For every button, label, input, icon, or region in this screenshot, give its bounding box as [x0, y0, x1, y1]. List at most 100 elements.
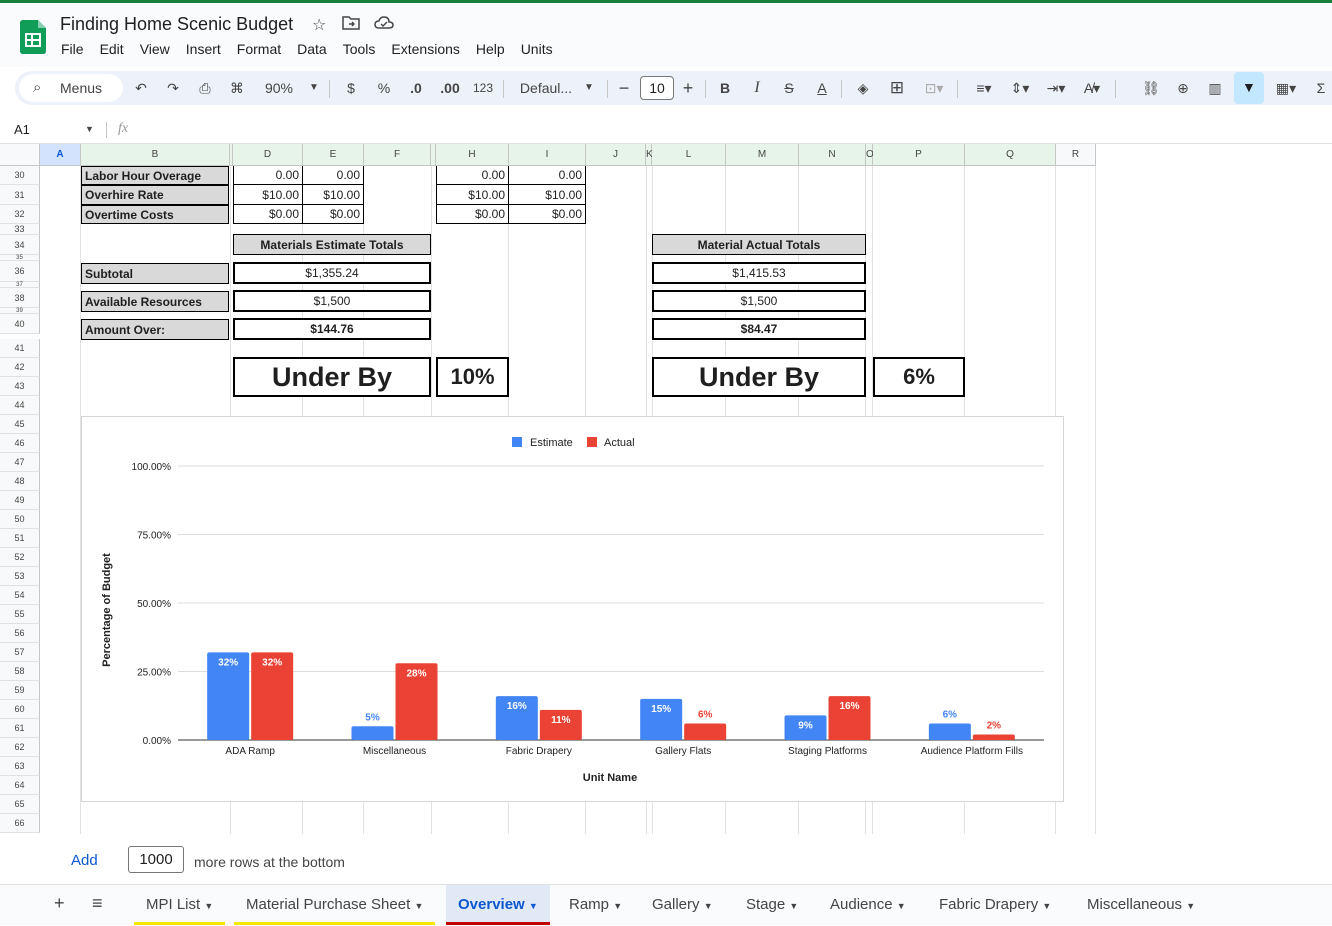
- filter-views-icon[interactable]: ▦▾: [1269, 71, 1303, 105]
- borders-icon[interactable]: ⊞: [887, 71, 907, 105]
- cell-i32[interactable]: $0.00: [508, 204, 586, 224]
- column-header-n[interactable]: N: [799, 144, 866, 166]
- italic-button[interactable]: I: [747, 71, 767, 105]
- column-header-j[interactable]: J: [586, 144, 646, 166]
- actual-percent-cell[interactable]: 6%: [873, 357, 965, 397]
- cell-e31[interactable]: $10.00: [302, 184, 364, 205]
- row-header[interactable]: 41: [0, 339, 40, 358]
- menu-units[interactable]: Units: [521, 41, 553, 57]
- materials-estimate-totals-header[interactable]: Materials Estimate Totals: [233, 234, 431, 255]
- cell-e30[interactable]: 0.00: [302, 166, 364, 185]
- row-header[interactable]: 31: [0, 185, 40, 205]
- name-box-dropdown-icon[interactable]: ▼: [85, 124, 94, 134]
- actual-subtotal-cell[interactable]: $1,415.53: [652, 262, 866, 284]
- budget-chart[interactable]: Estimate Actual 0.00% 25.00% 50.00% 75.00% 1…: [81, 416, 1064, 802]
- cloud-status-icon[interactable]: [374, 15, 394, 36]
- font-size-increase-button[interactable]: +: [679, 71, 697, 105]
- label-labor-hour-overage[interactable]: Labor Hour Overage: [81, 166, 229, 185]
- sheets-logo-icon[interactable]: [20, 20, 46, 54]
- name-box[interactable]: A1: [14, 122, 30, 137]
- cell-d31[interactable]: $10.00: [233, 184, 303, 205]
- column-header-p[interactable]: P: [873, 144, 965, 166]
- menu-data[interactable]: Data: [297, 41, 327, 57]
- row-header[interactable]: 42: [0, 358, 40, 377]
- menu-edit[interactable]: Edit: [100, 41, 124, 57]
- star-icon[interactable]: ☆: [312, 15, 326, 35]
- zoom-select[interactable]: 90%: [259, 71, 299, 105]
- bar-actual-3[interactable]: [684, 723, 727, 740]
- cell-i30[interactable]: 0.00: [508, 166, 586, 185]
- actual-available-cell[interactable]: $1,500: [652, 290, 866, 312]
- menu-insert[interactable]: Insert: [186, 41, 221, 57]
- percent-format-button[interactable]: %: [375, 71, 393, 105]
- row-header[interactable]: 36: [0, 261, 40, 282]
- tab-gallery[interactable]: Gallery ▼: [640, 885, 725, 925]
- row-header[interactable]: 40: [0, 314, 40, 334]
- row-header[interactable]: 38: [0, 288, 40, 308]
- increase-decimal-button[interactable]: .00: [437, 71, 463, 105]
- menu-tools[interactable]: Tools: [343, 41, 376, 57]
- row-header[interactable]: 33: [0, 224, 40, 235]
- row-header[interactable]: 61: [0, 719, 40, 738]
- column-header-o[interactable]: O: [866, 144, 874, 166]
- estimate-amount-over-cell[interactable]: $144.76: [233, 318, 431, 340]
- row-header[interactable]: 52: [0, 548, 40, 567]
- tab-material-purchase-sheet[interactable]: Material Purchase Sheet ▼: [234, 885, 436, 925]
- font-size-input[interactable]: 10: [640, 76, 674, 100]
- column-header-e[interactable]: E: [303, 144, 364, 166]
- label-overtime-costs[interactable]: Overtime Costs: [81, 205, 229, 224]
- row-header[interactable]: 59: [0, 681, 40, 700]
- label-subtotal[interactable]: Subtotal: [81, 263, 229, 284]
- chart-legend[interactable]: Estimate Actual: [512, 437, 635, 449]
- column-header-d[interactable]: D: [233, 144, 303, 166]
- add-rows-button[interactable]: Add: [71, 852, 98, 869]
- undo-icon[interactable]: ↶: [131, 71, 151, 105]
- font-dropdown-icon[interactable]: ▼: [582, 71, 596, 105]
- tab-stage[interactable]: Stage ▼: [734, 885, 810, 925]
- label-available-resources[interactable]: Available Resources: [81, 291, 229, 312]
- cell-h30[interactable]: 0.00: [436, 166, 509, 185]
- text-color-icon[interactable]: A: [811, 71, 833, 105]
- cell-h31[interactable]: $10.00: [436, 184, 509, 205]
- bar-estimate-5[interactable]: [928, 723, 971, 740]
- row-header[interactable]: 30: [0, 166, 40, 185]
- label-overhire-rate[interactable]: Overhire Rate: [81, 185, 229, 205]
- row-header[interactable]: 53: [0, 567, 40, 586]
- vertical-align-icon[interactable]: ⇕▾: [1005, 71, 1035, 105]
- row-header[interactable]: 57: [0, 643, 40, 662]
- insert-chart-icon[interactable]: ▥: [1205, 71, 1225, 105]
- bar-estimate-1[interactable]: [351, 726, 394, 740]
- filter-button[interactable]: ▼: [1234, 72, 1264, 104]
- column-header-h[interactable]: H: [436, 144, 509, 166]
- print-icon[interactable]: ⎙: [195, 71, 215, 105]
- cell-d30[interactable]: 0.00: [233, 166, 303, 185]
- decrease-decimal-button[interactable]: .0: [405, 71, 427, 105]
- fill-color-icon[interactable]: ◈: [853, 71, 873, 105]
- column-header-i[interactable]: I: [509, 144, 586, 166]
- paint-format-icon[interactable]: ⌘: [227, 71, 247, 105]
- menu-file[interactable]: File: [61, 41, 84, 57]
- column-header-b[interactable]: B: [81, 144, 230, 166]
- row-header[interactable]: 63: [0, 757, 40, 776]
- row-header[interactable]: 45: [0, 415, 40, 434]
- move-folder-icon[interactable]: [342, 15, 360, 36]
- row-header[interactable]: 65: [0, 795, 40, 814]
- row-header[interactable]: 55: [0, 605, 40, 624]
- row-header[interactable]: 44: [0, 396, 40, 415]
- column-header-l[interactable]: L: [652, 144, 726, 166]
- menu-extensions[interactable]: Extensions: [391, 41, 459, 57]
- zoom-dropdown-icon[interactable]: ▼: [307, 71, 321, 105]
- row-header[interactable]: 54: [0, 586, 40, 605]
- row-header[interactable]: 56: [0, 624, 40, 643]
- menu-view[interactable]: View: [140, 41, 170, 57]
- bar-actual-5[interactable]: [972, 734, 1015, 740]
- column-header-q[interactable]: Q: [965, 144, 1056, 166]
- redo-icon[interactable]: ↷: [163, 71, 183, 105]
- currency-format-button[interactable]: $: [343, 71, 359, 105]
- menu-format[interactable]: Format: [237, 41, 281, 57]
- row-header[interactable]: 58: [0, 662, 40, 681]
- tab-mpi-list[interactable]: MPI List ▼: [134, 885, 226, 925]
- add-sheet-icon[interactable]: +: [54, 893, 65, 914]
- row-header[interactable]: 46: [0, 434, 40, 453]
- row-header[interactable]: 34: [0, 235, 40, 255]
